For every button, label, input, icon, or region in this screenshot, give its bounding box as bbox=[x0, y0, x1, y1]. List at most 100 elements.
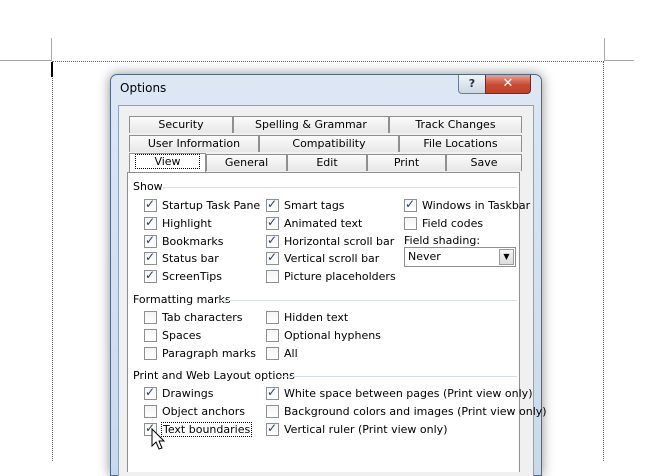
checkbox-vertical-ruler[interactable]: ✓ Vertical ruler (Print view only) bbox=[266, 421, 448, 437]
tab-view[interactable]: View bbox=[129, 153, 206, 172]
check-icon: ✓ bbox=[145, 250, 156, 264]
checkbox-box bbox=[144, 347, 157, 360]
checkbox-label: Vertical scroll bar bbox=[284, 252, 380, 265]
checkbox-box: ✓ bbox=[266, 197, 279, 212]
check-icon: ✓ bbox=[267, 233, 278, 247]
check-icon: ✓ bbox=[267, 250, 278, 264]
checkbox-horizontal-scroll-bar[interactable]: ✓ Horizontal scroll bar bbox=[266, 233, 395, 249]
checkbox-startup-task-pane[interactable]: ✓ Startup Task Pane bbox=[144, 197, 260, 213]
help-button[interactable]: ? bbox=[458, 75, 486, 94]
checkbox-box bbox=[266, 270, 279, 283]
checkbox-label: Horizontal scroll bar bbox=[284, 235, 395, 248]
page-corner-mark-top-left-v bbox=[51, 38, 52, 61]
checkbox-label: Spaces bbox=[162, 329, 202, 342]
checkbox-label: Vertical ruler (Print view only) bbox=[284, 423, 448, 436]
checkbox-vertical-scroll-bar[interactable]: ✓ Vertical scroll bar bbox=[266, 250, 380, 266]
checkbox-tab-characters[interactable]: Tab characters bbox=[144, 310, 243, 325]
checkbox-label: All bbox=[284, 347, 298, 360]
checkbox-box bbox=[266, 405, 279, 418]
text-cursor bbox=[51, 62, 53, 77]
text-boundary-left bbox=[52, 61, 53, 461]
check-icon: ✓ bbox=[267, 215, 278, 229]
checkbox-box bbox=[404, 217, 417, 230]
checkbox-background-colors-images[interactable]: Background colors and images (Print view… bbox=[266, 404, 547, 419]
checkbox-optional-hyphens[interactable]: Optional hyphens bbox=[266, 328, 381, 343]
checkbox-spaces[interactable]: Spaces bbox=[144, 328, 201, 343]
checkbox-label: Highlight bbox=[162, 217, 212, 230]
group-title-formatting-marks: Formatting marks bbox=[133, 293, 231, 306]
page-corner-mark-top-left-h bbox=[0, 60, 52, 61]
checkbox-label: Animated text bbox=[284, 217, 363, 230]
check-icon: ✓ bbox=[405, 197, 416, 211]
checkbox-white-space-between-pages[interactable]: ✓ White space between pages (Print view o… bbox=[266, 385, 533, 401]
tab-save[interactable]: Save bbox=[446, 154, 522, 171]
text-boundary-top bbox=[52, 61, 604, 62]
tab-edit[interactable]: Edit bbox=[287, 154, 367, 171]
checkbox-box bbox=[144, 405, 157, 418]
checkbox-picture-placeholders[interactable]: Picture placeholders bbox=[266, 269, 396, 284]
page-corner-mark-top-right-v bbox=[604, 38, 605, 61]
checkbox-object-anchors[interactable]: Object anchors bbox=[144, 404, 245, 419]
checkbox-field-codes[interactable]: Field codes bbox=[404, 216, 483, 231]
checkbox-drawings[interactable]: ✓ Drawings bbox=[144, 385, 213, 401]
checkbox-label: Paragraph marks bbox=[162, 347, 256, 360]
tab-compatibility[interactable]: Compatibility bbox=[259, 135, 399, 152]
checkbox-smart-tags[interactable]: ✓ Smart tags bbox=[266, 197, 345, 213]
checkbox-label: White space between pages (Print view on… bbox=[284, 387, 533, 400]
check-icon: ✓ bbox=[267, 385, 278, 399]
checkbox-label: Field codes bbox=[422, 217, 484, 230]
checkbox-box: ✓ bbox=[144, 250, 157, 265]
checkbox-label: Windows in Taskbar bbox=[422, 199, 531, 212]
checkbox-box: ✓ bbox=[144, 233, 157, 248]
close-button[interactable]: ✕ bbox=[485, 75, 531, 94]
checkbox-bookmarks[interactable]: ✓ Bookmarks bbox=[144, 233, 223, 249]
group-divider-show bbox=[163, 187, 517, 188]
checkbox-box: ✓ bbox=[266, 421, 279, 436]
checkbox-box: ✓ bbox=[266, 215, 279, 230]
tab-security[interactable]: Security bbox=[129, 116, 233, 133]
checkbox-box bbox=[144, 311, 157, 324]
checkbox-label: Picture placeholders bbox=[284, 270, 396, 283]
checkbox-box: ✓ bbox=[266, 385, 279, 400]
check-icon: ✓ bbox=[267, 421, 278, 435]
dropdown-arrow-icon[interactable]: ▼ bbox=[499, 249, 514, 265]
checkbox-animated-text[interactable]: ✓ Animated text bbox=[266, 215, 363, 231]
checkbox-highlight[interactable]: ✓ Highlight bbox=[144, 215, 212, 231]
check-icon: ✓ bbox=[145, 268, 156, 282]
checkbox-label: Background colors and images (Print view… bbox=[284, 405, 547, 418]
checkbox-hidden-text[interactable]: Hidden text bbox=[266, 310, 348, 325]
check-icon: ✓ bbox=[145, 215, 156, 229]
checkbox-label: Tab characters bbox=[162, 311, 243, 324]
checkbox-windows-in-taskbar[interactable]: ✓ Windows in Taskbar bbox=[404, 197, 531, 213]
checkbox-label: Object anchors bbox=[162, 405, 246, 418]
tab-spelling-grammar[interactable]: Spelling & Grammar bbox=[233, 116, 389, 133]
group-title-print-web-layout: Print and Web Layout options bbox=[133, 369, 295, 382]
checkbox-box: ✓ bbox=[144, 268, 157, 283]
group-divider-print-web-layout bbox=[280, 376, 517, 377]
checkbox-box: ✓ bbox=[404, 197, 417, 212]
checkbox-box bbox=[144, 329, 157, 342]
checkbox-box: ✓ bbox=[144, 385, 157, 400]
tab-track-changes[interactable]: Track Changes bbox=[389, 116, 522, 133]
checkbox-paragraph-marks[interactable]: Paragraph marks bbox=[144, 346, 256, 361]
tab-user-information[interactable]: User Information bbox=[129, 135, 259, 152]
tab-file-locations[interactable]: File Locations bbox=[399, 135, 522, 152]
check-icon: ✓ bbox=[267, 197, 278, 211]
checkbox-box: ✓ bbox=[266, 233, 279, 248]
checkbox-label: Optional hyphens bbox=[284, 329, 381, 342]
checkbox-box bbox=[266, 347, 279, 360]
check-icon: ✓ bbox=[145, 385, 156, 399]
dialog-title: Options bbox=[120, 81, 167, 95]
field-shading-select[interactable]: Never ▼ bbox=[404, 247, 516, 267]
check-icon: ✓ bbox=[145, 233, 156, 247]
field-shading-label: Field shading: bbox=[404, 234, 481, 247]
checkbox-screentips[interactable]: ✓ ScreenTips bbox=[144, 268, 222, 284]
checkbox-label: Text boundaries bbox=[160, 422, 253, 437]
checkbox-all[interactable]: All bbox=[266, 346, 298, 361]
tab-general[interactable]: General bbox=[206, 154, 287, 171]
checkbox-status-bar[interactable]: ✓ Status bar bbox=[144, 250, 219, 266]
check-icon: ✓ bbox=[145, 197, 156, 211]
text-boundary-right bbox=[603, 61, 604, 461]
checkbox-label: Smart tags bbox=[284, 199, 345, 212]
tab-print[interactable]: Print bbox=[367, 154, 446, 171]
